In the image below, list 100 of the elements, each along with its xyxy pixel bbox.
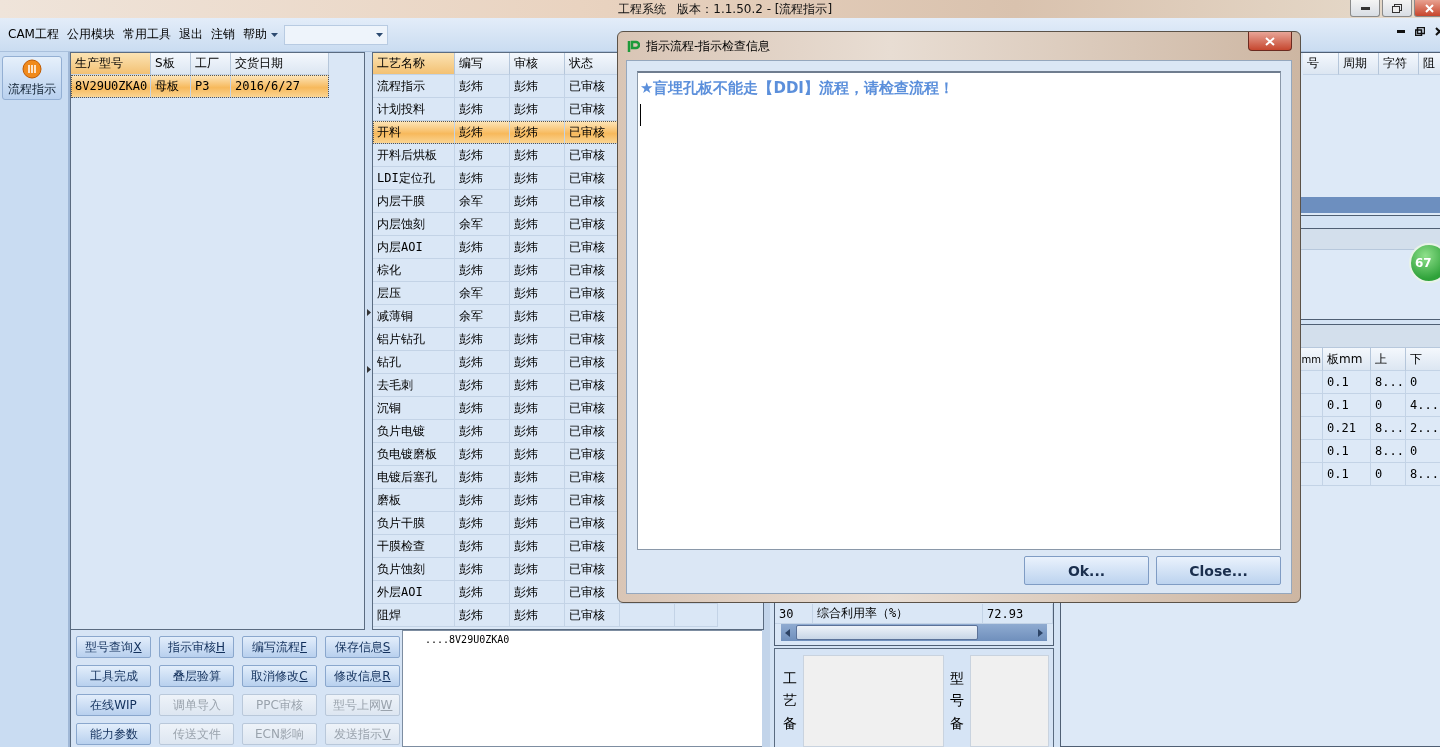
- table-cell: LDI定位孔: [373, 167, 455, 190]
- column-header[interactable]: 生产型号: [71, 53, 151, 75]
- table-cell: 彭炜: [510, 466, 565, 489]
- column-header[interactable]: 状态: [565, 53, 620, 75]
- table-cell: 彭炜: [455, 236, 510, 259]
- action-button[interactable]: 指示审核H: [159, 636, 234, 658]
- table-cell: 彭炜: [510, 213, 565, 236]
- column-header[interactable]: 周期: [1339, 53, 1379, 75]
- table-cell: 彭炜: [510, 374, 565, 397]
- close-button[interactable]: [1248, 32, 1292, 51]
- table-cell: 阻焊: [373, 604, 455, 627]
- action-button[interactable]: 能力参数: [76, 723, 151, 745]
- action-button[interactable]: 编写流程F: [242, 636, 317, 658]
- column-header[interactable]: 阻: [1419, 53, 1440, 75]
- menu-item[interactable]: 注销: [206, 26, 239, 43]
- table-cell: 内层蚀刻: [373, 213, 455, 236]
- table-cell: 彭炜: [510, 328, 565, 351]
- table-cell: 彭炜: [455, 75, 510, 98]
- message-text: ★盲埋孔板不能走【DDI】流程，请检查流程！: [640, 79, 955, 98]
- restore-button[interactable]: [1382, 0, 1412, 17]
- expand-arrow-icon[interactable]: [366, 309, 371, 316]
- column-header[interactable]: 编写: [455, 53, 510, 75]
- action-button[interactable]: 在线WIP: [76, 694, 151, 716]
- column-header[interactable]: 字符: [1379, 53, 1419, 75]
- action-button[interactable]: 型号查询X: [76, 636, 151, 658]
- column-header[interactable]: 审核: [510, 53, 565, 75]
- table-cell: 彭炜: [510, 305, 565, 328]
- close-button[interactable]: [1414, 0, 1440, 17]
- table-cell: 彭炜: [510, 282, 565, 305]
- table-cell: 0.1: [1323, 463, 1371, 486]
- notes-field[interactable]: [803, 655, 945, 747]
- column-header[interactable]: 上: [1371, 348, 1406, 371]
- minimize-button[interactable]: [1350, 0, 1380, 17]
- table-cell: 彭炜: [455, 351, 510, 374]
- menu-item[interactable]: CAM工程: [4, 26, 63, 43]
- action-button[interactable]: 取消修改C: [242, 665, 317, 687]
- table-cell: 彭炜: [455, 167, 510, 190]
- table-cell: 铝片钻孔: [373, 328, 455, 351]
- table-cell: 0.1: [1323, 394, 1371, 417]
- table-cell: 彭炜: [510, 420, 565, 443]
- table-cell: 彭炜: [510, 489, 565, 512]
- table-cell: 彭炜: [510, 512, 565, 535]
- table-cell: 4...: [1406, 394, 1440, 417]
- column-header[interactable]: 号: [1303, 53, 1339, 75]
- vertical-label: 型号备: [950, 669, 965, 733]
- table-row[interactable]: 阻焊 彭炜 彭炜 已审核: [373, 604, 718, 627]
- table-cell: 彭炜: [510, 535, 565, 558]
- table-cell: 彭炜: [455, 374, 510, 397]
- table-cell: 彭炜: [510, 581, 565, 604]
- menu-item[interactable]: 公用模块: [62, 26, 119, 43]
- notes-field[interactable]: [970, 655, 1049, 747]
- table-cell: 沉铜: [373, 397, 455, 420]
- action-button[interactable]: 叠层验算: [159, 665, 234, 687]
- table-cell: 8...: [1406, 463, 1440, 486]
- minimize-icon: [1360, 6, 1370, 10]
- table-cell: 彭炜: [455, 558, 510, 581]
- table-cell: 彭炜: [510, 190, 565, 213]
- column-header[interactable]: 工厂: [191, 53, 231, 75]
- column-header[interactable]: 下: [1406, 348, 1440, 371]
- menu-item[interactable]: 退出: [174, 26, 207, 43]
- nav-button[interactable]: 流程指示: [2, 56, 62, 100]
- column-header[interactable]: 工艺名称: [373, 53, 455, 75]
- table-cell: 磨板: [373, 489, 455, 512]
- table-cell: 彭炜: [455, 443, 510, 466]
- table-cell: 彭炜: [510, 351, 565, 374]
- column-header[interactable]: S板: [151, 53, 191, 75]
- table-cell: 彭炜: [455, 397, 510, 420]
- table-cell: 0: [1406, 371, 1440, 394]
- column-header[interactable]: 板mm: [1323, 348, 1371, 371]
- expand-arrow-icon[interactable]: [366, 366, 371, 373]
- table-cell: 彭炜: [510, 121, 565, 144]
- table-cell: 负片干膜: [373, 512, 455, 535]
- vertical-label: 工艺备: [783, 669, 797, 733]
- table-cell: 彭炜: [455, 328, 510, 351]
- action-button[interactable]: 保存信息S: [325, 636, 400, 658]
- table-cell: 去毛刺: [373, 374, 455, 397]
- action-button[interactable]: 修改信息R: [325, 665, 400, 687]
- menu-item[interactable]: 帮助: [238, 26, 271, 43]
- dropdown-arrow-icon: [270, 32, 278, 37]
- table-cell: 彭炜: [455, 420, 510, 443]
- table-row[interactable]: 8V29U0ZKA0 母板 P3 2016/6/27: [71, 75, 329, 98]
- table-cell: 电镀后塞孔: [373, 466, 455, 489]
- table-cell: 负片电镀: [373, 420, 455, 443]
- table-cell: 彭炜: [510, 167, 565, 190]
- ok-button[interactable]: Ok...: [1024, 556, 1149, 585]
- action-button[interactable]: 工具完成: [76, 665, 151, 687]
- table-cell: 彭炜: [455, 121, 510, 144]
- table-cell: 彭炜: [510, 558, 565, 581]
- table-cell: 余军: [455, 213, 510, 236]
- close-dialog-button[interactable]: Close...: [1156, 556, 1281, 585]
- table-cell: 外层AOI: [373, 581, 455, 604]
- table-cell: 彭炜: [455, 581, 510, 604]
- table-cell: 0: [1371, 394, 1406, 417]
- horizontal-scrollbar[interactable]: [781, 624, 1047, 641]
- column-header[interactable]: 交货日期: [231, 53, 329, 75]
- restore-icon[interactable]: [1415, 27, 1425, 36]
- app-logo-icon: [626, 39, 640, 53]
- scroll-right-icon: [1038, 628, 1043, 637]
- menu-item[interactable]: 常用工具: [118, 26, 175, 43]
- table-cell: 流程指示: [373, 75, 455, 98]
